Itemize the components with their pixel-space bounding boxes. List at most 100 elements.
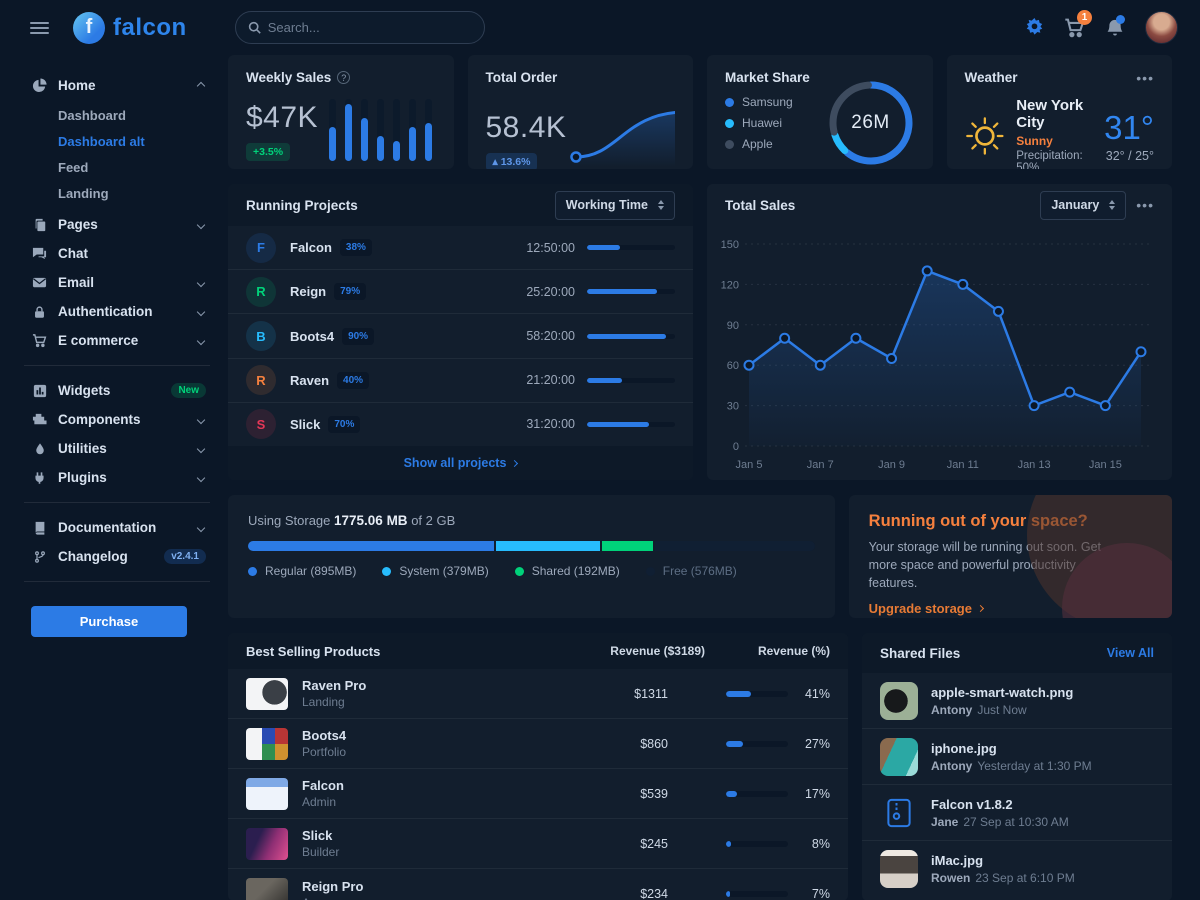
running-projects-card: Running Projects Working Time F Falcon 3…: [228, 184, 693, 480]
project-row[interactable]: R Raven 40% 21:20:00: [228, 359, 693, 403]
chevron-down-icon: [197, 415, 205, 423]
product-revenue: $1311: [598, 687, 668, 701]
panel-title: Running Projects: [246, 198, 358, 213]
puzzle-icon: [31, 412, 48, 427]
product-name: Reign Pro: [302, 879, 598, 894]
settings-gear-icon[interactable]: [1025, 18, 1044, 37]
total-sales-line-chart: 0306090120150Jan 5Jan 7Jan 9Jan 11Jan 13…: [707, 226, 1159, 476]
chevron-down-icon: [197, 307, 205, 315]
file-row[interactable]: apple-smart-watch.png AntonyJust Now: [862, 673, 1172, 729]
sidebar-divider: [24, 502, 210, 503]
sidebar-item-email[interactable]: Email: [31, 268, 210, 297]
hamburger-menu-icon[interactable]: [30, 22, 49, 34]
more-options-icon[interactable]: •••: [1136, 75, 1154, 81]
book-icon: [31, 521, 48, 535]
purchase-button[interactable]: Purchase: [31, 606, 187, 637]
sun-icon: [965, 110, 1005, 162]
chart-pie-icon: [31, 78, 48, 93]
storage-title: Using Storage 1775.06 MB of 2 GB: [248, 513, 815, 528]
product-row[interactable]: SlickBuilder $245 8%: [228, 819, 848, 869]
total-sales-card: Total Sales January ••• 0306090120150Jan…: [707, 184, 1172, 480]
project-row[interactable]: R Reign 79% 25:20:00: [228, 270, 693, 314]
project-percent-badge: 40%: [337, 372, 369, 389]
working-time-select[interactable]: Working Time: [555, 191, 675, 220]
shared-files-card: Shared Files View All apple-smart-watch.…: [862, 633, 1172, 900]
select-arrows-icon: [658, 200, 664, 210]
sidebar-item-widgets[interactable]: WidgetsNew: [31, 376, 210, 405]
project-row[interactable]: F Falcon 38% 12:50:00: [228, 226, 693, 270]
product-row[interactable]: Reign ProAgency $234 7%: [228, 869, 848, 900]
chevron-down-icon: [197, 336, 205, 344]
file-author: Antony: [931, 759, 972, 773]
product-revenue: $539: [598, 787, 668, 801]
sidebar-item-dashboard[interactable]: Dashboard: [58, 102, 210, 128]
product-category: Admin: [302, 795, 598, 809]
search-input[interactable]: [268, 20, 448, 35]
project-avatar: R: [246, 277, 276, 307]
product-percent: 41%: [788, 687, 830, 701]
notifications-bell-icon[interactable]: [1105, 18, 1125, 38]
more-options-icon[interactable]: •••: [1136, 202, 1154, 208]
project-row[interactable]: B Boots4 90% 58:20:00: [228, 314, 693, 358]
weather-precipitation: Precipitation: 50%: [1016, 150, 1092, 169]
chevron-right-icon: [977, 605, 984, 612]
weather-card: Weather ••• New York City Sunny Prec: [947, 55, 1173, 169]
product-percent: 17%: [788, 787, 830, 801]
sidebar-item-changelog[interactable]: Changelogv2.4.1: [31, 542, 210, 571]
sidebar-item-utilities[interactable]: Utilities: [31, 434, 210, 463]
product-row[interactable]: FalconAdmin $539 17%: [228, 769, 848, 819]
file-row[interactable]: Falcon v1.8.2 Jane27 Sep at 10:30 AM: [862, 785, 1172, 841]
sidebar-item-chat[interactable]: Chat: [31, 239, 210, 268]
project-name: Reign: [290, 284, 326, 299]
svg-text:Jan 7: Jan 7: [807, 459, 834, 471]
legend-item-shared: Shared (192MB): [515, 564, 620, 578]
file-author: Antony: [931, 703, 972, 717]
sidebar-item-home[interactable]: Home: [31, 71, 210, 100]
shopping-cart-icon: [31, 333, 48, 348]
chevron-down-icon: [197, 444, 205, 452]
product-thumbnail: [246, 778, 288, 810]
drop-icon: [31, 442, 48, 456]
sidebar-item-components[interactable]: Components: [31, 405, 210, 434]
file-name: iphone.jpg: [931, 741, 1092, 756]
product-category: Landing: [302, 695, 598, 709]
sidebar-item-landing[interactable]: Landing: [58, 180, 210, 206]
user-avatar[interactable]: [1145, 11, 1178, 44]
archive-file-icon: [880, 794, 918, 832]
chevron-down-icon: [197, 278, 205, 286]
project-percent-badge: 38%: [340, 239, 372, 256]
chevron-down-icon: [197, 220, 205, 228]
sidebar-item-feed[interactable]: Feed: [58, 154, 210, 180]
file-author: Jane: [931, 815, 958, 829]
file-row[interactable]: iphone.jpg AntonyYesterday at 1:30 PM: [862, 729, 1172, 785]
sidebar: Home Dashboard Dashboard alt Feed Landin…: [0, 55, 228, 900]
project-name: Falcon: [290, 240, 332, 255]
sidebar-item-pages[interactable]: Pages: [31, 210, 210, 239]
weather-city: New York City: [1016, 97, 1092, 131]
falcon-logo[interactable]: f falcon: [73, 12, 187, 44]
product-row[interactable]: Boots4Portfolio $860 27%: [228, 719, 848, 769]
svg-text:Jan 11: Jan 11: [947, 459, 979, 471]
info-icon[interactable]: ?: [337, 71, 350, 84]
sidebar-item-dashboard-alt[interactable]: Dashboard alt: [58, 128, 210, 154]
month-select[interactable]: January: [1040, 191, 1126, 220]
topbar: f falcon 1: [0, 0, 1200, 55]
product-category: Builder: [302, 845, 598, 859]
product-revenue: $234: [598, 887, 668, 900]
sidebar-item-authentication[interactable]: Authentication: [31, 297, 210, 326]
cart-icon[interactable]: 1: [1064, 17, 1085, 38]
file-row[interactable]: iMac.jpg Rowen23 Sep at 6:10 PM: [862, 841, 1172, 897]
project-avatar: R: [246, 365, 276, 395]
show-all-projects-link[interactable]: Show all projects: [228, 446, 693, 480]
product-row[interactable]: Raven ProLanding $1311 41%: [228, 669, 848, 719]
upgrade-space-card: Running out of your space? Your storage …: [849, 495, 1172, 618]
search-box[interactable]: [235, 11, 485, 44]
svg-text:Jan 9: Jan 9: [878, 459, 905, 471]
sidebar-item-documentation[interactable]: Documentation: [31, 513, 210, 542]
view-all-link[interactable]: View All: [1107, 646, 1154, 660]
revenue-progress-bar: [726, 841, 788, 847]
project-row[interactable]: S Slick 70% 31:20:00: [228, 403, 693, 446]
project-name: Boots4: [290, 329, 334, 344]
sidebar-item-plugins[interactable]: Plugins: [31, 463, 210, 492]
sidebar-item-ecommerce[interactable]: E commerce: [31, 326, 210, 355]
